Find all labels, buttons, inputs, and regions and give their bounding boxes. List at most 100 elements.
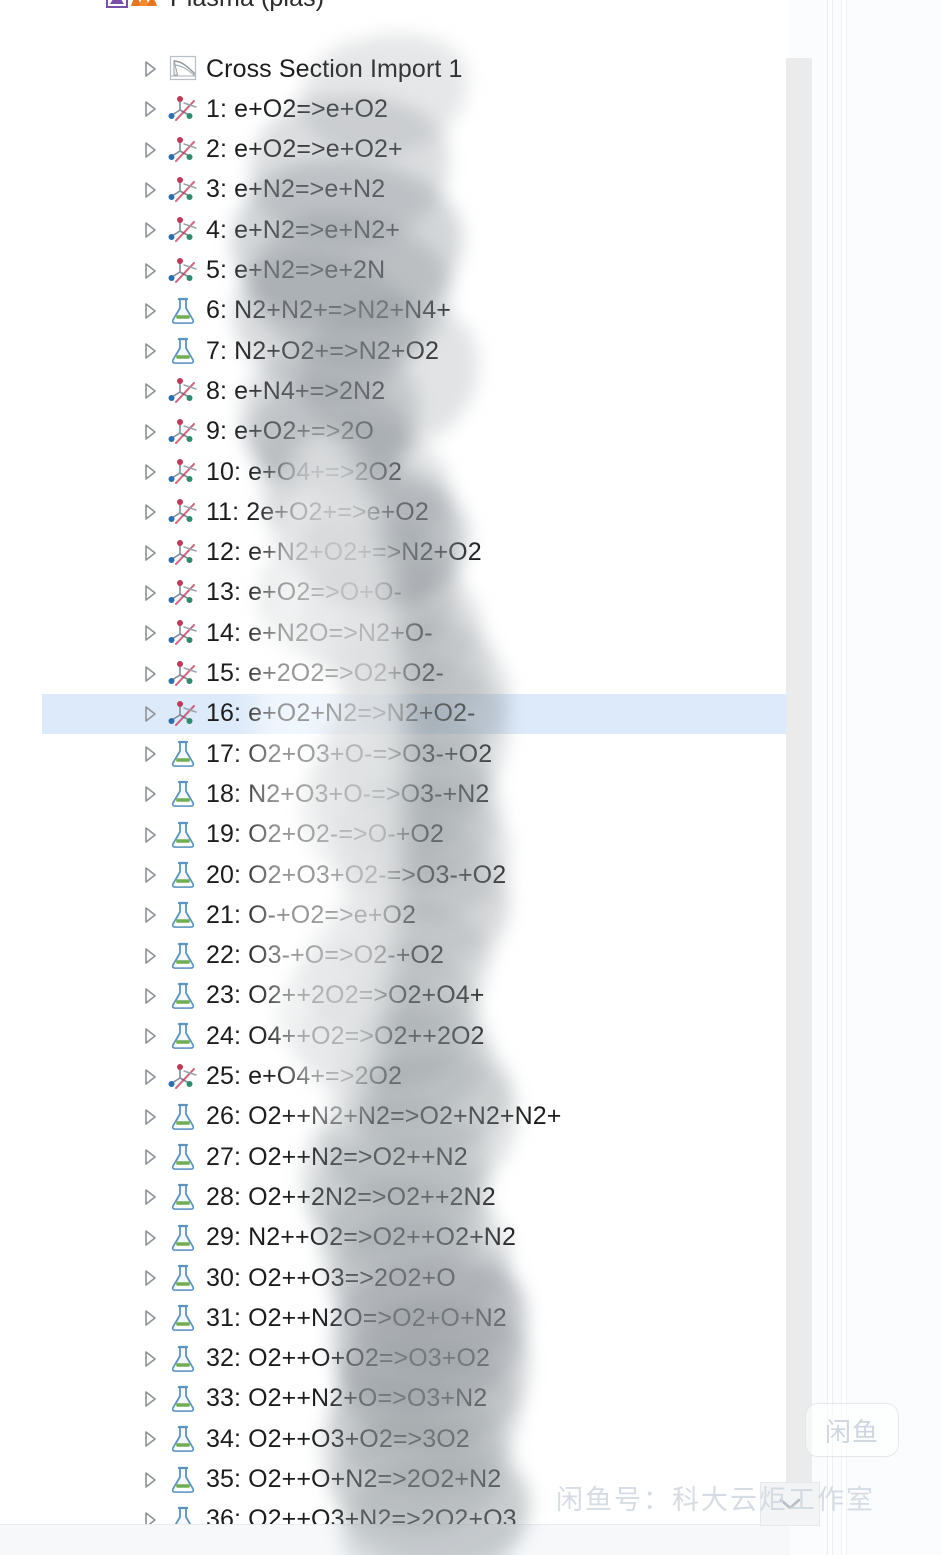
- expand-arrow[interactable]: [136, 1389, 164, 1409]
- tree-row-plasma-interface[interactable]: Plasma (plas): [42, 0, 786, 18]
- tree-row[interactable]: 17: O2+O3+O-=>O3-+O2: [42, 734, 786, 774]
- tree-row[interactable]: 9: e+O2+=>2O: [42, 412, 786, 452]
- expand-arrow[interactable]: [136, 865, 164, 885]
- expand-arrow[interactable]: [136, 1107, 164, 1127]
- expand-arrow[interactable]: [136, 462, 164, 482]
- reaction-flask-icon: [171, 297, 195, 324]
- expand-arrow[interactable]: [136, 1147, 164, 1167]
- expand-arrow[interactable]: [136, 180, 164, 200]
- expand-arrow[interactable]: [136, 1308, 164, 1328]
- expand-arrow[interactable]: [136, 583, 164, 603]
- expand-arrow[interactable]: [136, 784, 164, 804]
- expand-arrow[interactable]: [136, 905, 164, 925]
- expand-arrow-icon: [145, 746, 156, 762]
- tree-row[interactable]: 32: O2++O+O2=>O3+O2: [42, 1339, 786, 1379]
- expand-arrow[interactable]: [136, 1026, 164, 1046]
- model-tree[interactable]: Plasma (plas) Cross Section Import 1 1: e+…: [0, 0, 790, 1533]
- electron-impact-reaction-icon: [168, 217, 197, 243]
- tree-row[interactable]: 33: O2++N2+O=>O3+N2: [42, 1379, 786, 1419]
- tree-row[interactable]: 25: e+O4+=>2O2: [42, 1057, 786, 1097]
- tree-row[interactable]: 30: O2++O3=>2O2+O: [42, 1258, 786, 1298]
- expand-arrow[interactable]: [136, 623, 164, 643]
- expand-arrow-icon: [145, 544, 156, 561]
- expand-arrow[interactable]: [136, 1268, 164, 1288]
- tree-row[interactable]: 12: e+N2+O2+=>N2+O2: [42, 533, 786, 573]
- tree-node-label: 20: O2+O3+O2-=>O3-+O2: [206, 860, 507, 889]
- tree-row[interactable]: Cross Section Import 1: [42, 49, 786, 89]
- tree-row[interactable]: 18: N2+O3+O-=>O3-+N2: [42, 774, 786, 814]
- tree-row[interactable]: 15: e+2O2=>O2+O2-: [42, 654, 786, 694]
- tree-row[interactable]: 7: N2+O2+=>N2+O2: [42, 331, 786, 371]
- expand-arrow-icon: [145, 1431, 156, 1447]
- expand-arrow[interactable]: [136, 301, 164, 321]
- expand-arrow-icon: [145, 1310, 156, 1327]
- expand-arrow[interactable]: [136, 704, 164, 724]
- expand-arrow[interactable]: [136, 543, 164, 563]
- reaction-flask-icon-wrap: [166, 1423, 200, 1455]
- tree-row[interactable]: 27: O2++N2=>O2++N2: [42, 1137, 786, 1177]
- reaction-flask-icon-wrap: [166, 1020, 200, 1052]
- electron-impact-reaction-icon: [168, 620, 197, 646]
- expand-arrow-icon: [145, 1350, 156, 1367]
- tree-row[interactable]: 21: O-+O2=>e+O2: [42, 895, 786, 935]
- tree-row[interactable]: 22: O3-+O=>O2-+O2: [42, 936, 786, 976]
- expand-arrow[interactable]: [136, 946, 164, 966]
- tree-row[interactable]: 10: e+O4+=>2O2: [42, 452, 786, 492]
- tree-row[interactable]: 1: e+O2=>e+O2: [42, 89, 786, 129]
- expand-arrow[interactable]: [136, 1187, 164, 1207]
- tree-row[interactable]: 34: O2++O3+O2=>3O2: [42, 1419, 786, 1459]
- tree-node-label: 28: O2++2N2=>O2++2N2: [206, 1182, 496, 1211]
- expand-arrow[interactable]: [136, 1470, 164, 1490]
- expand-arrow[interactable]: [136, 1349, 164, 1369]
- electron-impact-reaction-icon-wrap: [166, 617, 200, 649]
- tree-row[interactable]: 13: e+O2=>O+O-: [42, 573, 786, 613]
- expand-arrow[interactable]: [136, 1067, 164, 1087]
- tree-row[interactable]: 2: e+O2=>e+O2+: [42, 130, 786, 170]
- expand-arrow[interactable]: [136, 220, 164, 240]
- tree-row[interactable]: 5: e+N2=>e+2N: [42, 251, 786, 291]
- expand-arrow[interactable]: [136, 99, 164, 119]
- expand-arrow[interactable]: [136, 1429, 164, 1449]
- tree-row[interactable]: 28: O2++2N2=>O2++2N2: [42, 1177, 786, 1217]
- reaction-flask-icon-wrap: [166, 1383, 200, 1415]
- expand-arrow[interactable]: [136, 140, 164, 160]
- expand-arrow[interactable]: [136, 825, 164, 845]
- tree-node-label: 34: O2++O3+O2=>3O2: [206, 1424, 470, 1453]
- tree-node-label: 13: e+O2=>O+O-: [206, 578, 402, 607]
- expand-arrow[interactable]: [136, 502, 164, 522]
- electron-impact-reaction-icon: [168, 1063, 197, 1089]
- tree-row[interactable]: 24: O4++O2=>O2++2O2: [42, 1016, 786, 1056]
- tree-node-label: 18: N2+O3+O-=>O3-+N2: [206, 779, 490, 808]
- tree-row[interactable]: 11: 2e+O2+=>e+O2: [42, 492, 786, 532]
- expand-arrow[interactable]: [136, 381, 164, 401]
- tree-row[interactable]: 19: O2+O2-=>O-+O2: [42, 815, 786, 855]
- tree-row[interactable]: 6: N2+N2+=>N2+N4+: [42, 291, 786, 331]
- expand-arrow[interactable]: [136, 1228, 164, 1248]
- expand-arrow[interactable]: [136, 261, 164, 281]
- reaction-flask-icon: [171, 982, 195, 1009]
- expand-arrow[interactable]: [136, 422, 164, 442]
- tree-node-label: 15: e+2O2=>O2+O2-: [206, 659, 444, 687]
- expand-arrow[interactable]: [136, 744, 164, 764]
- electron-impact-reaction-icon-wrap: [166, 496, 200, 528]
- reaction-flask-icon-wrap: [166, 980, 200, 1012]
- expand-arrow[interactable]: [136, 59, 164, 79]
- tree-node-label: 10: e+O4+=>2O2: [206, 457, 403, 486]
- tree-row[interactable]: 23: O2++2O2=>O2+O4+: [42, 976, 786, 1016]
- expand-arrow[interactable]: [136, 986, 164, 1006]
- tree-row[interactable]: 3: e+N2=>e+N2: [42, 170, 786, 210]
- tree-row[interactable]: 16: e+O2+N2=>N2+O2-: [42, 693, 786, 734]
- tree-row[interactable]: 8: e+N4+=>2N2: [42, 371, 786, 411]
- tree-row[interactable]: 4: e+N2=>e+N2+: [42, 210, 786, 250]
- reaction-flask-icon: [171, 861, 195, 888]
- tree-row[interactable]: 20: O2+O3+O2-=>O3-+O2: [42, 855, 786, 895]
- tree-row[interactable]: 31: O2++N2O=>O2+O+N2: [42, 1298, 786, 1338]
- electron-impact-reaction-icon-wrap: [166, 174, 200, 206]
- tree-row[interactable]: 26: O2++N2+N2=>O2+N2+N2+: [42, 1097, 786, 1137]
- expand-arrow[interactable]: [136, 664, 164, 684]
- tree-row[interactable]: 29: N2++O2=>O2++O2+N2: [42, 1218, 786, 1258]
- tree-row[interactable]: 14: e+N2O=>N2+O-: [42, 613, 786, 653]
- expand-arrow-icon: [145, 1189, 156, 1206]
- expand-arrow[interactable]: [136, 341, 164, 361]
- expand-arrow-icon: [145, 988, 156, 1004]
